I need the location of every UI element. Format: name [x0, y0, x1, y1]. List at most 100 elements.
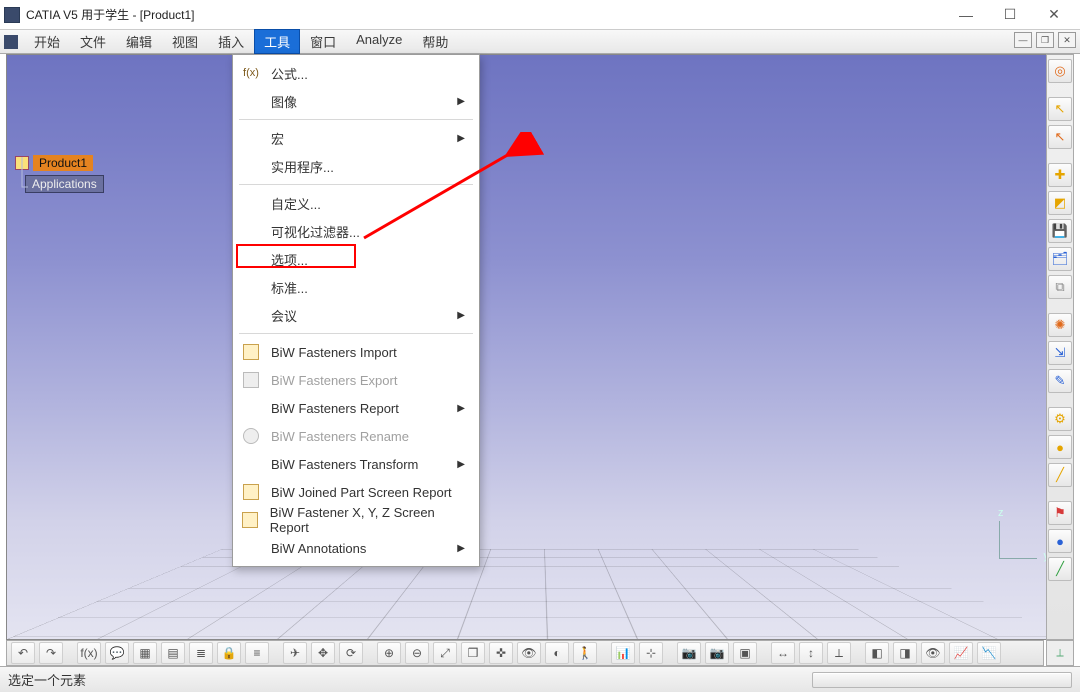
menu-帮助[interactable]: 帮助 [412, 29, 458, 54]
menu-工具[interactable]: 工具 [254, 29, 300, 54]
grid-button[interactable]: ▦ [133, 642, 157, 664]
line-green-icon[interactable]: ╱ [1048, 557, 1072, 581]
zoom-in-button[interactable]: ⊕ [377, 642, 401, 664]
table-button[interactable]: ▤ [161, 642, 185, 664]
wheel-icon[interactable]: ✺ [1048, 313, 1072, 337]
link-icon[interactable]: ⇲ [1048, 341, 1072, 365]
lock-button[interactable]: 🔒 [217, 642, 241, 664]
plane-button[interactable]: ✈ [283, 642, 307, 664]
menu-item-biwfastenersreport[interactable]: BiW Fasteners Report▶ [235, 394, 477, 422]
measure2-button[interactable]: ↕ [799, 642, 823, 664]
viewport-3d[interactable]: Product1 Applications [6, 54, 1074, 640]
look-button[interactable]: 👁 [517, 642, 541, 664]
chart-button[interactable]: 📊 [611, 642, 635, 664]
menu-插入[interactable]: 插入 [208, 29, 254, 54]
close-button[interactable]: ✕ [1032, 1, 1076, 29]
menu-item-图像[interactable]: 图像▶ [235, 87, 477, 115]
box-icon [241, 342, 261, 362]
graph-button[interactable]: 📈 [949, 642, 973, 664]
menu-item-label: 实用程序... [271, 157, 334, 176]
spec-tree[interactable]: Product1 Applications [15, 155, 104, 197]
render-button[interactable]: ▣ [733, 642, 757, 664]
camera2-button[interactable]: 📷 [705, 642, 729, 664]
undo-button[interactable]: ↶ [11, 642, 35, 664]
highlight-icon[interactable]: ◩ [1048, 191, 1072, 215]
robot-icon[interactable]: ⚙ [1048, 407, 1072, 431]
menu-item-可视化过滤器[interactable]: 可视化过滤器... [235, 217, 477, 245]
measure1-button[interactable]: ↔ [771, 642, 795, 664]
flag-icon[interactable]: ⚑ [1048, 501, 1072, 525]
menu-item-biwannotations[interactable]: BiW Annotations▶ [235, 534, 477, 562]
ring-icon [241, 426, 261, 446]
menu-item-biwfastenerxyzscreenreport[interactable]: BiW Fastener X, Y, Z Screen Report [235, 506, 477, 534]
chat-button[interactable]: 💬 [105, 642, 129, 664]
doc-close-button[interactable]: ✕ [1058, 32, 1076, 48]
paint1-button[interactable]: ◧ [865, 642, 889, 664]
menu-item-标准[interactable]: 标准... [235, 273, 477, 301]
tools-dropdown-menu[interactable]: f(x)公式...图像▶宏▶实用程序...自定义...可视化过滤器...选项..… [232, 54, 480, 567]
menu-编辑[interactable]: 编辑 [116, 29, 162, 54]
menu-separator [239, 119, 473, 120]
walk-button[interactable]: 🚶 [573, 642, 597, 664]
app-icon [4, 7, 20, 23]
fx-button[interactable]: f(x) [77, 642, 101, 664]
list-button[interactable]: ≡ [245, 642, 269, 664]
minimize-button[interactable]: — [944, 1, 988, 29]
statusbar: 选定一个元素 [0, 666, 1080, 692]
eye-button[interactable]: 👁 [921, 642, 945, 664]
redo-button[interactable]: ↷ [39, 642, 63, 664]
line-icon[interactable]: ╱ [1048, 463, 1072, 487]
menu-item-label: BiW Fasteners Report [271, 401, 399, 416]
tree-sync-button[interactable]: ≣ [189, 642, 213, 664]
menu-item-公式[interactable]: f(x)公式... [235, 59, 477, 87]
rotate-button[interactable]: ⟳ [339, 642, 363, 664]
cube-button[interactable]: ❒ [461, 642, 485, 664]
menu-开始[interactable]: 开始 [24, 29, 70, 54]
edit-icon[interactable]: ✎ [1048, 369, 1072, 393]
menu-item-选项[interactable]: 选项... [235, 245, 477, 273]
menu-窗口[interactable]: 窗口 [300, 29, 346, 54]
measure3-button[interactable]: ⟂ [827, 642, 851, 664]
applications-node-label: Applications [25, 175, 104, 193]
menu-item-biwfastenersrename: BiW Fasteners Rename [235, 422, 477, 450]
orbit-button[interactable]: ◐ [545, 642, 569, 664]
menu-item-biwjoinedpartscreenreport[interactable]: BiW Joined Part Screen Report [235, 478, 477, 506]
graph2-button[interactable]: 📉 [977, 642, 1001, 664]
menu-item-label: BiW Fasteners Transform [271, 457, 418, 472]
copy-icon[interactable]: ⧉ [1048, 275, 1072, 299]
menu-analyze[interactable]: Analyze [346, 29, 412, 54]
menu-文件[interactable]: 文件 [70, 29, 116, 54]
menu-separator [239, 333, 473, 334]
circle-yellow-icon[interactable]: ● [1048, 435, 1072, 459]
zoom-fit-button[interactable]: ⤢ [433, 642, 457, 664]
menu-item-biwfastenersimport[interactable]: BiW Fasteners Import [235, 338, 477, 366]
pan-button[interactable]: ✜ [489, 642, 513, 664]
compass-icon[interactable]: ◎ [1048, 59, 1072, 83]
tree-node-applications[interactable]: Applications [25, 175, 104, 193]
zoom-out-button[interactable]: ⊖ [405, 642, 429, 664]
layers-icon[interactable]: 🗂 [1048, 247, 1072, 271]
submenu-arrow-icon: ▶ [457, 133, 465, 144]
maximize-button[interactable]: ☐ [988, 1, 1032, 29]
arrow-pointer-icon[interactable]: ↖ [1048, 97, 1072, 121]
camera-button[interactable]: 📷 [677, 642, 701, 664]
compass-button[interactable]: ⊹ [639, 642, 663, 664]
move-button[interactable]: ✥ [311, 642, 335, 664]
axis-compass[interactable] [999, 521, 1037, 559]
circle-blue-icon[interactable]: ● [1048, 529, 1072, 553]
bottom-toolbar-extra-button[interactable]: ⟂ [1046, 640, 1074, 666]
paint2-button[interactable]: ◨ [893, 642, 917, 664]
menu-item-宏[interactable]: 宏▶ [235, 124, 477, 152]
menu-item-自定义[interactable]: 自定义... [235, 189, 477, 217]
menu-item-实用程序[interactable]: 实用程序... [235, 152, 477, 180]
select-multi-icon[interactable]: ↖ [1048, 125, 1072, 149]
menu-item-会议[interactable]: 会议▶ [235, 301, 477, 329]
window-controls: — ☐ ✕ [944, 1, 1076, 29]
doc-minimize-button[interactable]: — [1014, 32, 1032, 48]
menu-视图[interactable]: 视图 [162, 29, 208, 54]
menu-item-biwfastenerstransform[interactable]: BiW Fasteners Transform▶ [235, 450, 477, 478]
menu-item-label: 宏 [271, 129, 284, 148]
save-icon[interactable]: 💾 [1048, 219, 1072, 243]
doc-restore-button[interactable]: ❐ [1036, 32, 1054, 48]
measure-icon[interactable]: ✚ [1048, 163, 1072, 187]
